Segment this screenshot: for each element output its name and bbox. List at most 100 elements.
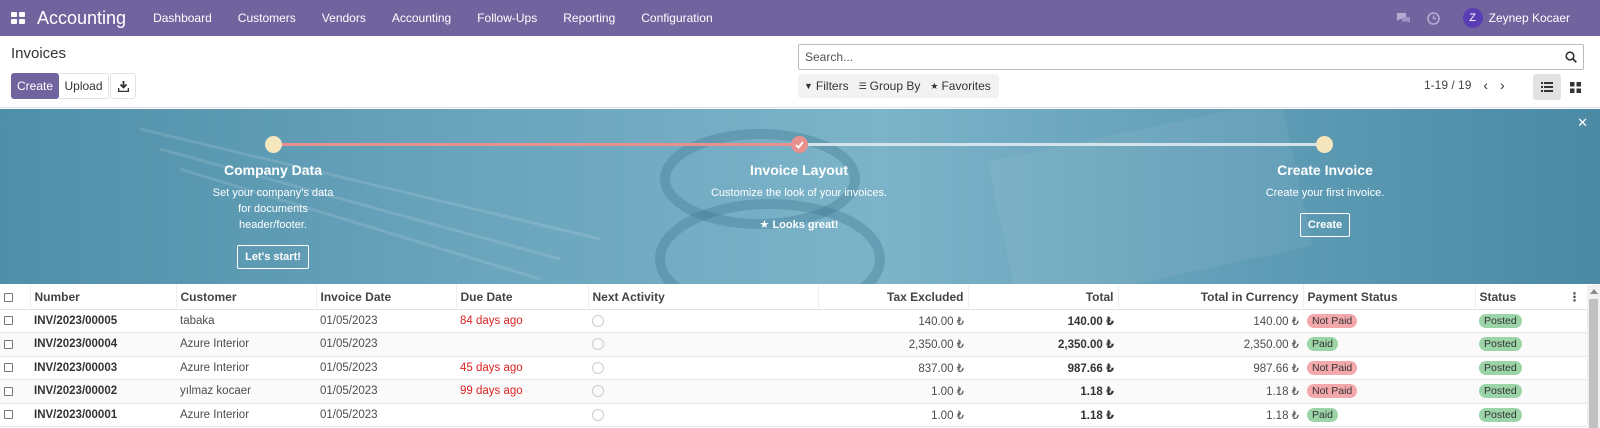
cell-next-activity[interactable] xyxy=(588,309,818,333)
menu-dashboard[interactable]: Dashboard xyxy=(140,0,225,36)
row-checkbox[interactable] xyxy=(0,309,30,333)
status-badge: Posted xyxy=(1479,360,1522,375)
column-customer[interactable]: Customer xyxy=(176,285,317,310)
menu-follow-ups[interactable]: Follow-Ups xyxy=(464,0,550,36)
activity-clock-icon[interactable] xyxy=(592,361,604,374)
cell-payment-status: Paid xyxy=(1303,403,1475,427)
cell-next-activity[interactable] xyxy=(588,379,818,404)
kanban-view-icon[interactable] xyxy=(1561,74,1589,100)
step-description: Create your first invoice. xyxy=(1265,187,1385,199)
cell-customer: Azure Interior xyxy=(176,332,316,357)
row-checkbox[interactable] xyxy=(0,356,30,380)
column-payment-status[interactable]: Payment Status xyxy=(1303,285,1476,310)
table-row[interactable]: INV/2023/00003 Azure Interior 01/05/2023… xyxy=(0,356,1587,380)
cell-tax-excluded: 2,350.00 ₺ xyxy=(818,332,968,357)
cell-next-activity[interactable] xyxy=(588,356,818,380)
upload-button[interactable]: Upload xyxy=(59,73,109,99)
favorites-label: Favorites xyxy=(941,79,991,93)
table-row[interactable]: INV/2023/00005 tabaka 01/05/2023 84 days… xyxy=(0,309,1587,333)
favorites-button[interactable]: ★ Favorites xyxy=(930,79,990,93)
menu-reporting[interactable]: Reporting xyxy=(550,0,628,36)
step-dot-company-data xyxy=(265,136,282,153)
search-bar xyxy=(798,44,1584,70)
list-view-icon[interactable] xyxy=(1533,74,1561,100)
menu-accounting[interactable]: Accounting xyxy=(379,0,464,36)
activity-clock-icon[interactable] xyxy=(592,385,604,398)
onboarding-banner: ✕ Company Data Set your company's data f… xyxy=(0,109,1600,284)
table-row[interactable]: INV/2023/00002 yılmaz kocaer 01/05/2023 … xyxy=(0,379,1587,404)
row-checkbox[interactable] xyxy=(0,379,30,404)
column-status[interactable]: Status ⋮ xyxy=(1475,285,1587,310)
activity-clock-icon[interactable] xyxy=(592,408,604,421)
cell-total: 2,350.00 ₺ xyxy=(968,332,1118,357)
star-icon: ★ xyxy=(930,80,939,91)
lets-start-button[interactable]: Let's start! xyxy=(237,245,309,269)
status-badge: Posted xyxy=(1479,313,1522,328)
apps-menu-icon[interactable] xyxy=(0,0,36,36)
step-description: Customize the look of your invoices. xyxy=(710,187,888,199)
chat-icon[interactable] xyxy=(1389,0,1419,36)
menu-customers[interactable]: Customers xyxy=(225,0,309,36)
select-all-checkbox[interactable] xyxy=(0,285,31,310)
table-row[interactable]: INV/2023/00001 Azure Interior 01/05/2023… xyxy=(0,403,1587,427)
status-badge: Paid xyxy=(1307,407,1339,422)
menu-configuration[interactable]: Configuration xyxy=(628,0,725,36)
status-badge: Posted xyxy=(1479,384,1522,399)
search-icon[interactable] xyxy=(1565,51,1577,63)
filters-label: Filters xyxy=(815,79,849,93)
cell-due-date xyxy=(456,403,588,427)
cell-payment-status: Not Paid xyxy=(1303,356,1475,380)
create-button[interactable]: Create xyxy=(11,73,59,99)
step-done-indicator: ★ Looks great! xyxy=(679,218,919,231)
cell-tax-excluded: 140.00 ₺ xyxy=(818,309,968,333)
cell-total: 987.66 ₺ xyxy=(968,356,1118,380)
cell-customer: Azure Interior xyxy=(176,356,316,380)
column-invoice-date[interactable]: Invoice Date xyxy=(316,285,457,310)
scrollbar-thumb[interactable] xyxy=(1589,299,1598,428)
status-badge: Posted xyxy=(1479,407,1522,422)
column-total[interactable]: Total xyxy=(968,285,1119,310)
pager-next-icon[interactable]: › xyxy=(1500,77,1505,93)
status-badge: Not Paid xyxy=(1307,384,1358,399)
cell-total-in-currency: 2,350.00 ₺ xyxy=(1118,332,1303,357)
cell-payment-status: Not Paid xyxy=(1303,379,1475,404)
status-badge: Not Paid xyxy=(1307,360,1358,375)
column-next-activity[interactable]: Next Activity xyxy=(588,285,819,310)
column-number[interactable]: Number xyxy=(30,285,177,310)
optional-columns-icon[interactable]: ⋮ xyxy=(1569,290,1581,304)
download-button[interactable] xyxy=(110,73,136,99)
row-checkbox[interactable] xyxy=(0,403,30,427)
cell-next-activity[interactable] xyxy=(588,332,818,357)
star-icon: ★ xyxy=(759,219,770,231)
app-brand[interactable]: Accounting xyxy=(37,8,126,29)
menu-vendors[interactable]: Vendors xyxy=(309,0,379,36)
close-icon[interactable]: ✕ xyxy=(1577,115,1588,131)
user-menu[interactable]: Z Zeynep Kocaer xyxy=(1462,8,1570,28)
scroll-up-icon[interactable] xyxy=(1590,289,1598,294)
cell-total-in-currency: 987.66 ₺ xyxy=(1118,356,1303,380)
search-input[interactable] xyxy=(805,50,1565,64)
progress-track-pending xyxy=(799,143,1324,146)
pager-previous-icon[interactable]: ‹ xyxy=(1483,77,1488,93)
activity-clock-icon[interactable] xyxy=(592,314,604,327)
cell-next-activity[interactable] xyxy=(588,403,818,427)
row-checkbox[interactable] xyxy=(0,332,30,357)
group-by-label: Group By xyxy=(869,79,921,93)
activity-clock-icon[interactable] xyxy=(1419,0,1449,36)
cell-customer: Azure Interior xyxy=(176,403,316,427)
activity-clock-icon[interactable] xyxy=(592,338,604,351)
pager-value[interactable]: 1-19 / 19 xyxy=(1424,78,1471,92)
group-by-button[interactable]: ☰ Group By xyxy=(859,79,921,93)
column-total-in-currency[interactable]: Total in Currency xyxy=(1118,285,1304,310)
cell-invoice-date: 01/05/2023 xyxy=(316,332,456,357)
table-scrollbar[interactable] xyxy=(1587,285,1600,428)
create-invoice-button[interactable]: Create xyxy=(1299,213,1351,237)
control-panel: Invoices Create Upload ▼ Filters ☰ Group… xyxy=(0,36,1600,108)
cell-total-in-currency: 1.18 ₺ xyxy=(1118,403,1303,427)
cell-invoice-date: 01/05/2023 xyxy=(316,403,456,427)
column-tax-excluded[interactable]: Tax Excluded xyxy=(818,285,969,310)
table-row[interactable]: INV/2023/00004 Azure Interior 01/05/2023… xyxy=(0,332,1587,357)
cell-status: Posted xyxy=(1475,403,1587,427)
filters-button[interactable]: ▼ Filters xyxy=(804,79,849,93)
column-due-date[interactable]: Due Date xyxy=(456,285,589,310)
